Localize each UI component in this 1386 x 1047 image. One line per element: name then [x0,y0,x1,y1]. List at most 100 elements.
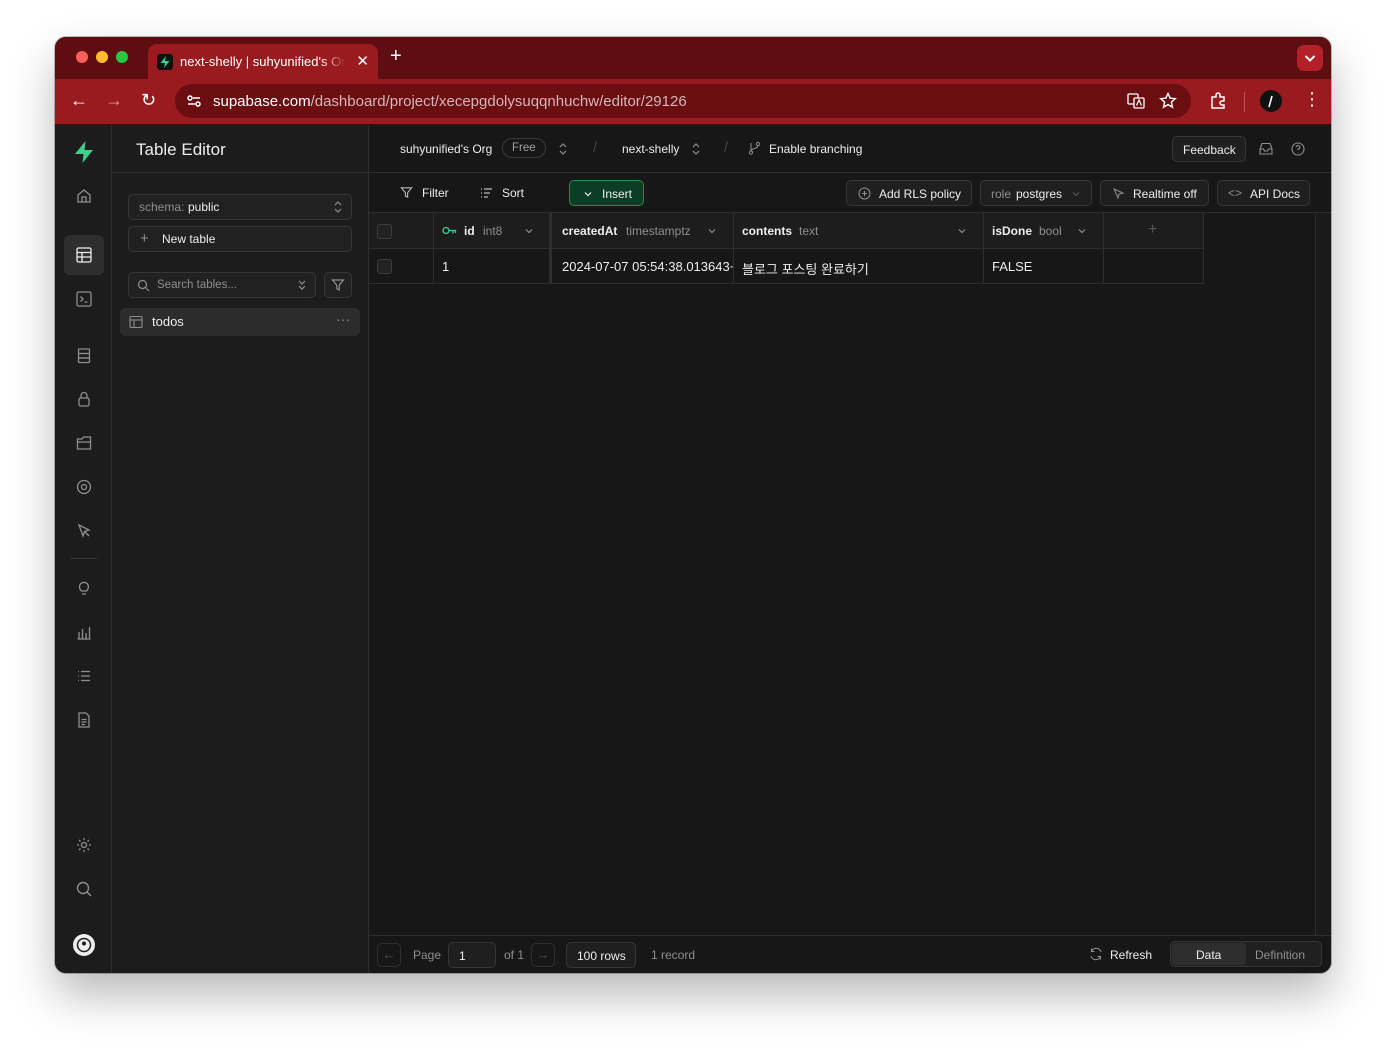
forward-arrow-icon[interactable]: → [105,90,123,111]
column-type: int8 [483,224,503,238]
user-avatar[interactable] [64,925,104,965]
row-checkbox[interactable] [377,259,392,274]
advisors-lightbulb-icon[interactable] [64,568,104,608]
logs-list-icon[interactable] [64,656,104,696]
vertical-scrollbar[interactable] [1315,213,1331,935]
new-tab-button[interactable]: + [390,45,402,68]
refresh-icon [1089,947,1103,964]
chevron-down-icon [584,192,592,197]
next-page-button[interactable]: → [531,943,555,967]
tab-close-icon[interactable]: ✕ [356,52,369,70]
page-number-input[interactable]: 1 [448,942,496,968]
supabase-logo-icon[interactable] [64,131,104,171]
inbox-icon[interactable] [1259,142,1273,158]
profile-avatar[interactable] [1260,90,1282,112]
schema-selector[interactable]: schema: public [128,194,352,220]
primary-key-icon [442,226,457,235]
column-header-isDone[interactable]: isDone bool [984,213,1104,249]
realtime-cursor-icon[interactable] [64,511,104,551]
realtime-cursor-icon [1113,188,1125,200]
tab-data[interactable]: Data [1172,943,1246,965]
table-cell-id[interactable]: 1 [434,249,552,284]
chevron-down-icon[interactable] [707,226,717,236]
help-icon[interactable] [1291,142,1305,159]
settings-gear-icon[interactable] [64,825,104,865]
table-cell-isDone[interactable]: FALSE [984,249,1104,284]
plus-icon: + [140,230,149,247]
reports-chart-icon[interactable] [64,612,104,652]
select-all-checkbox[interactable] [377,224,392,239]
add-rls-policy-button[interactable]: Add RLS policy [846,180,972,206]
back-arrow-icon[interactable]: ← [70,90,88,111]
toolbar-divider [1244,92,1245,112]
org-switcher-icon[interactable] [558,140,568,161]
add-column-header[interactable]: + [1104,213,1204,249]
address-bar[interactable]: supabase.com/dashboard/project/xecepgdol… [175,84,1191,118]
column-header-id[interactable]: id int8 [434,213,552,249]
more-options-icon[interactable]: ··· [336,311,350,327]
realtime-toggle-button[interactable]: Realtime off [1100,180,1209,206]
table-editor-icon[interactable] [64,235,104,275]
pagination-footer: ← Page 1 of 1 → 100 rows 1 record Refres… [369,935,1331,973]
breadcrumb-separator: / [724,139,729,156]
minimize-window-button[interactable] [96,51,108,63]
site-settings-icon[interactable] [184,91,204,111]
column-header-createdAt[interactable]: createdAt timestamptz [552,213,734,249]
cell-value: 2024-07-07 05:54:38.013643+00 [562,259,734,274]
table-list-item[interactable]: todos ··· [120,308,360,336]
project-switcher-icon[interactable] [691,140,701,161]
code-icon: <> [1228,186,1243,200]
chevron-down-icon[interactable] [524,226,534,236]
previous-page-button[interactable]: ← [377,943,401,967]
tab-search-button[interactable] [1297,45,1323,71]
bookmark-star-icon[interactable] [1158,91,1178,116]
cell-value: 블로그 포스팅 완료하기 [742,262,869,277]
browser-menu-icon[interactable]: ⋮ [1303,90,1321,108]
enable-branching-link[interactable]: Enable branching [769,142,862,156]
browser-tab[interactable]: next-shelly | suhyunified's Org ✕ [148,44,378,79]
search-tables-input[interactable]: Search tables... [128,272,316,298]
insert-button[interactable]: Insert [569,180,644,206]
role-selector[interactable]: role postgres [980,180,1092,206]
table-name: todos [152,314,184,329]
extensions-puzzle-icon[interactable] [1208,91,1228,116]
table-actions-bar: Filter Sort Insert Add RLS policy role p… [369,173,1331,213]
database-icon[interactable] [64,336,104,376]
add-column-plus-icon[interactable]: + [1148,221,1157,239]
chevron-down-icon[interactable] [1077,226,1087,236]
chevron-down-icon[interactable] [957,226,967,236]
search-icon[interactable] [64,869,104,909]
search-icon [137,279,150,295]
nav-rail [55,125,112,973]
api-docs-button[interactable]: <> API Docs [1217,180,1310,206]
edge-functions-icon[interactable] [64,467,104,507]
sql-editor-icon[interactable] [64,279,104,319]
panel-header: Table Editor [112,125,368,173]
table-cell-contents[interactable]: 블로그 포스팅 완료하기 [734,249,984,284]
org-name[interactable]: suhyunified's Org [400,142,492,156]
feedback-button[interactable]: Feedback [1172,136,1246,162]
zoom-window-button[interactable] [116,51,128,63]
tab-definition[interactable]: Definition [1255,948,1305,962]
schema-label: schema: [139,200,185,214]
column-header-contents[interactable]: contents text [734,213,984,249]
chevron-down-icon [1072,192,1080,197]
filter-button[interactable]: Filter [422,186,449,200]
new-table-button[interactable]: + New table [128,226,352,252]
rows-per-page-selector[interactable]: 100 rows [566,942,636,968]
authentication-lock-icon[interactable] [64,379,104,419]
page-title: Table Editor [136,140,226,159]
filter-tables-button[interactable] [324,272,352,298]
translate-icon[interactable] [1127,92,1145,115]
project-name[interactable]: next-shelly [622,142,679,156]
home-icon[interactable] [64,176,104,216]
storage-folder-icon[interactable] [64,423,104,463]
table-list-panel: Table Editor schema: public + New table … [112,125,369,973]
page-label: Page [413,948,442,962]
api-docs-file-icon[interactable] [64,700,104,740]
table-cell-createdAt[interactable]: 2024-07-07 05:54:38.013643+00 [552,249,734,284]
close-window-button[interactable] [76,51,88,63]
reload-icon[interactable]: ↻ [141,90,156,111]
sort-button[interactable]: Sort [502,186,524,200]
refresh-button[interactable]: Refresh [1110,948,1152,962]
